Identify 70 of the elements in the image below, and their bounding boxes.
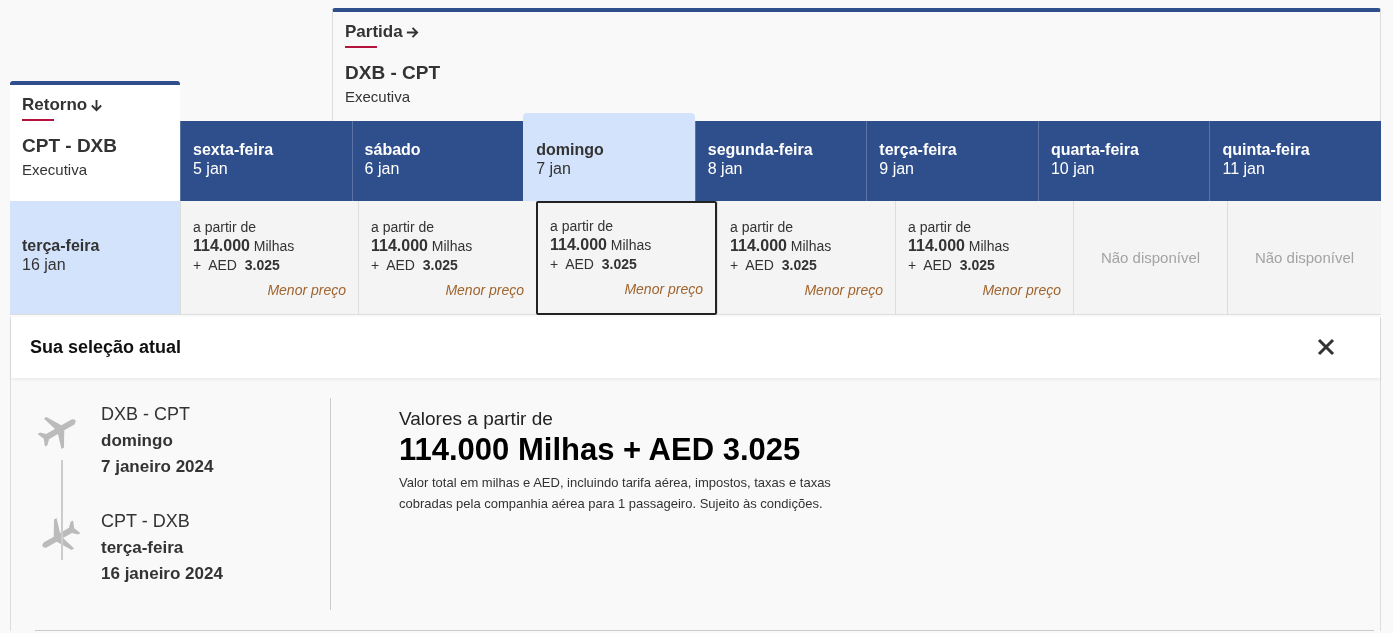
flight-route: CPT - DXB (101, 511, 191, 532)
flight-day: terça-feira (101, 538, 223, 558)
price-prefix: a partir de (730, 219, 795, 235)
arrow-right-icon (404, 24, 420, 40)
lowest-price-label: Menor preço (804, 282, 883, 298)
date-label: 7 jan (536, 160, 572, 178)
cash-price: + AED 3.025 (193, 257, 281, 273)
date-label: 16 jan (22, 256, 67, 274)
flight-day: domingo (101, 431, 214, 451)
date-label: 6 jan (364, 160, 401, 178)
miles-price: 114.000 Milhas (550, 236, 653, 254)
arrow-down-icon (89, 97, 105, 113)
day-name: terça-feira (22, 237, 101, 255)
date-label: 11 jan (1222, 160, 1266, 178)
cabin-class: Executiva (22, 161, 89, 178)
date-header[interactable]: domingo 7 jan (523, 113, 695, 201)
date-label: 9 jan (879, 160, 915, 178)
tab-label: Retorno (22, 95, 88, 115)
tab-label: Partida (345, 22, 403, 42)
cabin-class: Executiva (345, 88, 412, 105)
flight-route: DXB - CPT (101, 404, 191, 425)
price-prefix: a partir de (908, 219, 973, 235)
day-name: quinta-feira (1222, 141, 1311, 159)
price-prefix: a partir de (550, 218, 615, 234)
day-name: sábado (364, 141, 422, 159)
lowest-price-label: Menor preço (267, 282, 346, 298)
cash-price: + AED 3.025 (550, 256, 638, 272)
day-name: terça-feira (879, 141, 958, 159)
date-label: 5 jan (193, 160, 229, 178)
price-note: Valor total em milhas e AED, incluindo tarifa aérea, impostos, taxas e taxas cobradas pela companhia aérea para 1 passageiro. Sujeito às condições. (399, 474, 832, 513)
date-header[interactable]: segunda-feira 8 jan (694, 121, 867, 201)
route-title: DXB - CPT (345, 62, 441, 84)
fare-cell[interactable]: a partir de 114.000 Milhas + AED 3.025 Menor preço (536, 201, 717, 315)
day-name: quarta-feira (1050, 141, 1140, 159)
date-header[interactable]: terça-feira 9 jan (866, 121, 1038, 201)
lowest-price-label: Menor preço (982, 282, 1061, 298)
price-prefix: a partir de (193, 219, 258, 235)
unavailable-label: Não disponível (1100, 249, 1201, 266)
date-label: 10 jan (1050, 160, 1096, 178)
close-icon (1316, 336, 1336, 357)
cash-price: + AED 3.025 (730, 257, 818, 273)
day-name: segunda-feira (707, 141, 814, 159)
miles-price: 114.000 Milhas (730, 237, 833, 255)
fare-cell[interactable]: a partir de 114.000 Milhas + AED 3.025 Menor preço (358, 201, 536, 315)
flight-date: 7 janeiro 2024 (101, 457, 214, 477)
miles-price: 114.000 Milhas (908, 237, 1011, 255)
fare-cell[interactable]: a partir de 114.000 Milhas + AED 3.025 Menor preço (717, 201, 895, 315)
date-header[interactable]: quarta-feira 10 jan (1037, 121, 1210, 201)
cash-price: + AED 3.025 (908, 257, 996, 273)
lowest-price-label: Menor preço (624, 281, 703, 297)
day-name: domingo (536, 141, 605, 159)
lowest-price-label: Menor preço (445, 282, 524, 298)
route-title: CPT - DXB (22, 135, 118, 157)
panel-title: Sua seleção atual (30, 337, 182, 358)
price-prefix: a partir de (371, 219, 436, 235)
total-price: 114.000 Milhas + AED 3.025 (399, 432, 802, 468)
fare-cell[interactable]: a partir de 114.000 Milhas + AED 3.025 Menor preço (180, 201, 358, 315)
return-date-cell[interactable]: terça-feira 16 jan (10, 201, 180, 315)
date-header[interactable]: sexta-feira 5 jan (180, 121, 352, 201)
fare-cell[interactable]: a partir de 114.000 Milhas + AED 3.025 Menor preço (895, 201, 1073, 315)
day-name: sexta-feira (193, 141, 275, 159)
miles-price: 114.000 Milhas (371, 237, 474, 255)
flight-date: 16 janeiro 2024 (101, 564, 223, 584)
price-label: Valores a partir de (399, 408, 554, 430)
unavailable-label: Não disponível (1254, 249, 1355, 266)
date-label: 8 jan (707, 160, 744, 178)
date-header[interactable]: sábado 6 jan (351, 121, 524, 201)
miles-price: 114.000 Milhas (193, 237, 296, 255)
cash-price: + AED 3.025 (371, 257, 459, 273)
date-header[interactable]: quinta-feira 11 jan (1209, 121, 1382, 201)
